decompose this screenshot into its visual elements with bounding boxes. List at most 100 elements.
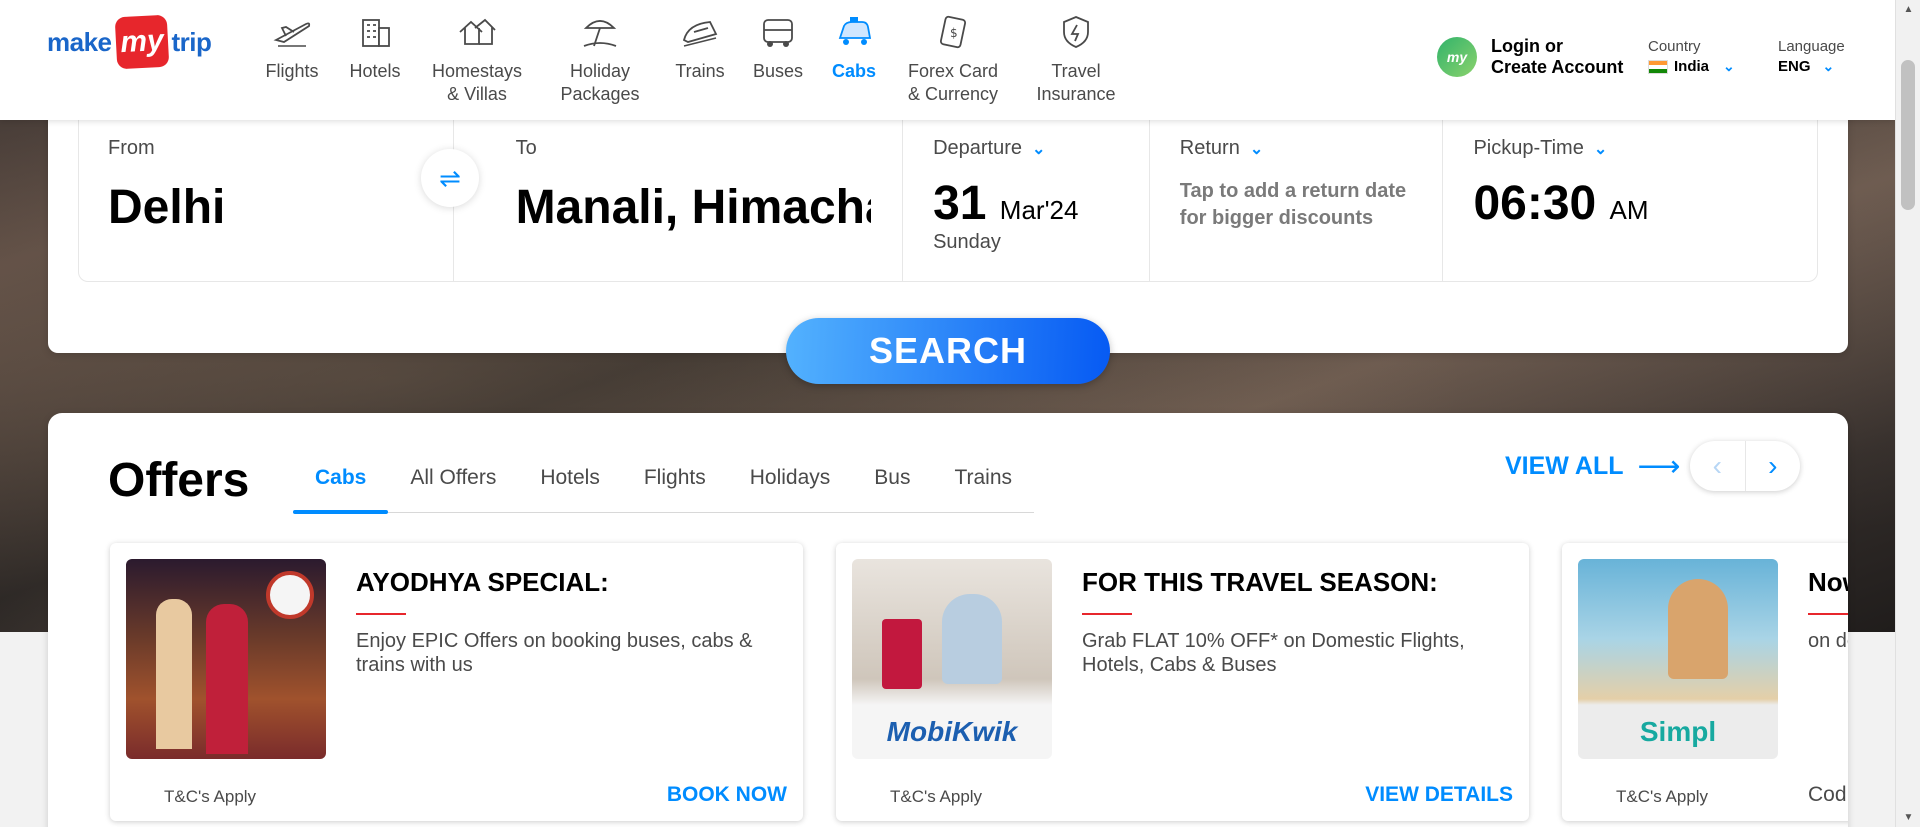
departure-weekday: Sunday — [933, 231, 1001, 253]
nav-item-homestays[interactable]: Homestays & Villas — [427, 12, 527, 106]
offer-tc: T&C's Apply — [890, 787, 983, 806]
chevron-down-icon: ⌄ — [1822, 58, 1835, 74]
nav-label: Trains — [675, 61, 725, 81]
offer-code-label: Cod — [1808, 783, 1847, 806]
offer-tc: T&C's Apply — [164, 787, 257, 806]
logo-text-make: make — [47, 26, 112, 57]
return-hint: Tap to add a return date for bigger disc… — [1179, 180, 1407, 229]
pickup-time-value: 06:30 — [1473, 177, 1597, 230]
hotel-icon — [353, 12, 397, 52]
offer-card[interactable]: AYODHYA SPECIAL: Enjoy EPIC Offers on bo… — [110, 543, 803, 821]
cab-search-widget: From Delhi To Manali, Himachal Pradesh D… — [48, 95, 1848, 353]
tab-all-offers[interactable]: All Offers — [388, 463, 518, 513]
from-city: Delhi — [108, 181, 226, 234]
offer-heading: Now — [1808, 567, 1848, 597]
train-icon — [678, 12, 722, 52]
offers-section: Offers Cabs All Offers Hotels Flights Ho… — [48, 413, 1848, 827]
scroll-up-icon[interactable]: ▲ — [1896, 4, 1920, 15]
swap-icon[interactable]: ⇌ — [421, 149, 479, 207]
chevron-down-icon: ⌄ — [1249, 140, 1264, 158]
tab-flights[interactable]: Flights — [622, 463, 728, 513]
tab-hotels[interactable]: Hotels — [518, 463, 622, 513]
chevron-down-icon: ⌄ — [1593, 140, 1608, 158]
view-all-link[interactable]: VIEW ALL ⟶ — [1505, 449, 1681, 484]
offer-heading: AYODHYA SPECIAL: — [356, 567, 609, 597]
login-create-account-button[interactable]: my Login or Create Account — [1437, 36, 1623, 78]
scroll-down-icon[interactable]: ▼ — [1896, 812, 1920, 823]
nav-item-travel-insurance[interactable]: Travel Insurance — [1026, 12, 1126, 106]
offer-card[interactable]: Simpl Now on domestic flights, hotels, c… — [1562, 543, 1848, 821]
departure-label: Departure ⌄ — [933, 137, 1149, 160]
tab-cabs[interactable]: Cabs — [293, 463, 389, 514]
forex-icon: $ — [931, 12, 975, 52]
makemytrip-logo[interactable]: make my trip — [47, 14, 212, 70]
insurance-icon — [1054, 12, 1098, 52]
bus-icon — [756, 12, 800, 52]
nav-label: Homestays & Villas — [431, 61, 523, 104]
country-selector[interactable]: Country India ⌄ — [1648, 38, 1735, 75]
chevron-left-icon[interactable]: ‹ — [1690, 441, 1746, 491]
offer-divider — [356, 613, 406, 615]
logo-text-trip: trip — [171, 26, 212, 57]
chevron-down-icon: ⌄ — [1032, 140, 1046, 158]
country-caption: Country — [1648, 38, 1701, 55]
return-label-text: Return — [1179, 137, 1240, 159]
offer-tc: T&C's Apply — [1616, 787, 1709, 806]
offer-tabs: Cabs All Offers Hotels Flights Holidays … — [293, 463, 1035, 514]
tab-bus[interactable]: Bus — [852, 463, 932, 513]
departure-day-number: 31 — [933, 177, 987, 230]
nav-item-flights[interactable]: Flights — [262, 12, 322, 83]
language-selector[interactable]: Language ENG ⌄ — [1778, 38, 1845, 75]
simpl-logo: Simpl — [1639, 716, 1717, 747]
offers-title: Offers — [108, 454, 250, 507]
return-label: Return ⌄ — [1180, 137, 1443, 160]
return-field[interactable]: Return ⌄ Tap to add a return date for big… — [1150, 117, 1444, 281]
homestay-icon — [455, 12, 499, 52]
to-city: Manali, Himachal Pradesh — [515, 181, 871, 234]
tab-holidays[interactable]: Holidays — [728, 463, 853, 513]
arrow-right-icon: ⟶ — [1637, 450, 1681, 483]
login-line2: Create Account — [1491, 57, 1624, 77]
nav-label: Hotels — [349, 61, 401, 81]
from-field[interactable]: From Delhi — [79, 117, 454, 281]
language-caption: Language — [1778, 38, 1845, 55]
search-button[interactable]: SEARCH — [786, 318, 1110, 384]
departure-label-text: Departure — [933, 137, 1022, 159]
view-details-button[interactable]: VIEW DETAILS — [1365, 783, 1513, 807]
nav-item-forex[interactable]: $ Forex Card & Currency — [903, 12, 1003, 106]
chevron-right-icon[interactable]: › — [1746, 441, 1801, 491]
to-field[interactable]: To Manali, Himachal Pradesh — [454, 117, 904, 281]
logo-text-my: my — [114, 14, 169, 70]
page-scrollbar[interactable]: ▲ ▼ — [1895, 0, 1920, 827]
offer-divider — [1082, 613, 1132, 615]
nav-item-cabs[interactable]: Cabs — [824, 12, 884, 83]
scroll-thumb[interactable] — [1901, 60, 1915, 210]
offer-card[interactable]: MobiKwik FOR THIS TRAVEL SEASON: Grab FL… — [836, 543, 1529, 821]
nav-label: Forex Card & Currency — [907, 61, 999, 104]
view-all-label: VIEW ALL — [1505, 452, 1624, 480]
pickup-time: 06:30 AM — [1473, 176, 1817, 231]
mobikwik-logo: MobiKwik — [886, 716, 1018, 747]
tab-trains[interactable]: Trains — [932, 463, 1034, 513]
book-now-button[interactable]: BOOK NOW — [667, 783, 787, 807]
nav-item-trains[interactable]: Trains — [670, 12, 730, 83]
departure-date: 31 Mar'24 — [933, 176, 1149, 231]
nav-item-hotels[interactable]: Hotels — [345, 12, 405, 83]
nav-label: Flights — [265, 61, 319, 81]
pickup-time-label: Pickup-Time ⌄ — [1473, 137, 1817, 160]
from-label: From — [108, 137, 155, 159]
nav-item-holiday-packages[interactable]: Holiday Packages — [550, 12, 650, 106]
nav-label: Cabs — [831, 61, 876, 81]
chevron-down-icon: ⌄ — [1723, 58, 1735, 74]
to-label: To — [515, 137, 537, 159]
country-value: India ⌄ — [1648, 58, 1735, 75]
user-avatar-icon: my — [1437, 37, 1477, 77]
nav-item-buses[interactable]: Buses — [748, 12, 808, 83]
departure-month-year: Mar'24 — [999, 195, 1079, 225]
departure-field[interactable]: Departure ⌄ 31 Mar'24 Sunday — [903, 117, 1150, 281]
offers-pager: ‹ › — [1690, 441, 1800, 491]
search-fields: From Delhi To Manali, Himachal Pradesh D… — [78, 117, 1818, 282]
offer-heading: FOR THIS TRAVEL SEASON: — [1082, 567, 1438, 597]
flight-icon — [270, 12, 314, 52]
pickup-time-field[interactable]: Pickup-Time ⌄ 06:30 AM — [1443, 117, 1817, 281]
